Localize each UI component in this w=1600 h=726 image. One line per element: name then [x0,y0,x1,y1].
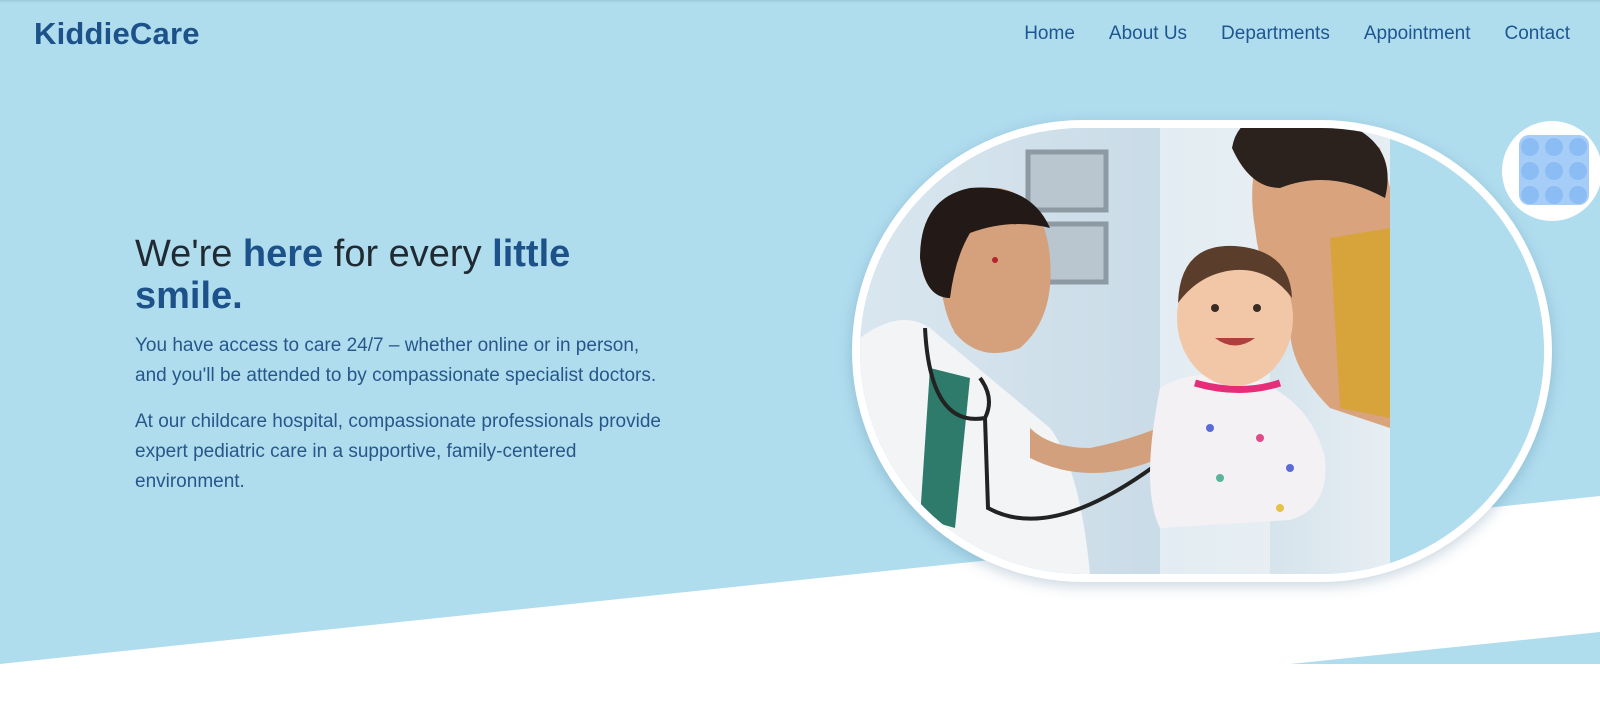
dots-pattern-graphic [1519,135,1589,205]
navbar: KiddieCare Home About Us Departments App… [0,0,1600,68]
hero-headline: We're here for every little smile. [135,233,675,317]
hero-paragraph-2: At our childcare hospital, compassionate… [135,411,661,492]
headline-highlight-here: here [242,233,324,275]
nav-links: Home About Us Departments Appointment Co… [990,23,1570,45]
nav-link-appointment[interactable]: Appointment [1364,23,1471,45]
nav-link-home[interactable]: Home [1024,23,1075,45]
nav-link-about-us[interactable]: About Us [1109,23,1187,45]
headline-part-1: We're [135,233,243,275]
doctor-with-child-photo [860,128,1544,574]
hero-text: We're here for every little smile. You h… [135,233,675,497]
nav-link-contact[interactable]: Contact [1505,23,1570,45]
hero-photo-frame [852,120,1552,582]
hero-paragraph-1: You have access to care 24/7 – whether o… [135,335,657,386]
dots-pattern-icon [1502,121,1600,221]
nav-link-departments[interactable]: Departments [1221,23,1330,45]
brand-logo[interactable]: KiddieCare [34,16,200,52]
page: KiddieCare Home About Us Departments App… [0,0,1600,726]
photo-illustration [860,128,1544,574]
headline-part-2: for every [323,233,493,275]
